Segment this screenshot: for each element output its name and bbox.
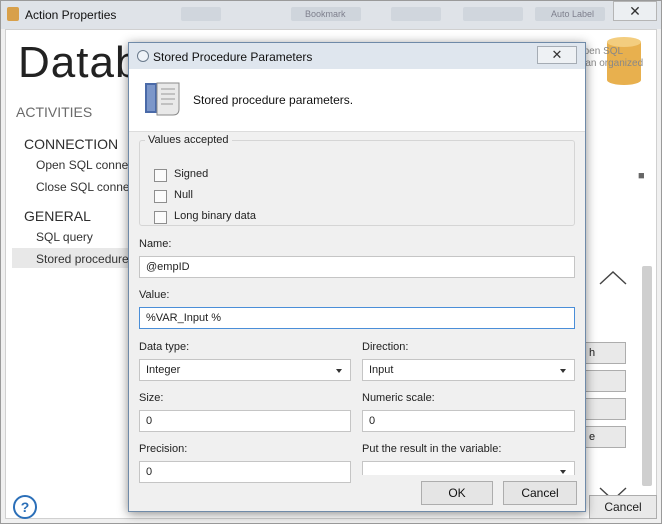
result-variable-select[interactable] [362,461,575,475]
numeric-scale-field[interactable]: 0 [362,410,575,432]
data-type-select[interactable]: Integer [139,359,351,381]
stored-procedure-parameters-dialog: Stored Procedure Parameters ✕ Stored pro… [128,42,586,512]
side-button-1[interactable]: h [584,342,626,364]
long-binary-data-label: Long binary data [174,210,256,222]
signed-label: Signed [174,168,209,180]
outer-window-title: Action Properties [25,8,117,22]
stored-procedure-scroll-icon [145,82,180,116]
value-field[interactable]: %VAR_Input % [139,307,575,329]
null-label: Null [174,189,193,201]
connection-group-heading: CONNECTION [24,136,119,152]
dropdown-arrow-icon [560,369,566,373]
size-label: Size: [139,392,164,404]
direction-select[interactable]: Input [362,359,575,381]
help-button[interactable]: ? [13,495,37,519]
precision-field[interactable]: 0 [139,461,351,483]
dropdown-arrow-icon [336,369,342,373]
sidebar-item-stored-procedure[interactable]: Stored procedure [12,248,130,268]
dialog-title-bar: Stored Procedure Parameters ✕ [129,43,585,69]
general-group-heading: GENERAL [24,208,91,224]
null-checkbox[interactable] [154,190,167,203]
numeric-scale-label: Numeric scale: [362,392,435,404]
dialog-app-icon [137,50,149,62]
values-accepted-group: Values accepted Signed Null Long binary … [139,134,575,226]
signed-checkbox[interactable] [154,169,167,182]
side-button-4[interactable]: e [584,426,626,448]
ribbon-ghost [391,7,441,21]
direction-value: Input [369,364,394,376]
dialog-header: Stored procedure parameters. [129,69,585,131]
precision-label: Precision: [139,443,188,455]
ribbon-bookmark: Bookmark [291,7,361,21]
value-label: Value: [139,289,170,301]
values-accepted-legend: Values accepted [148,134,229,146]
cancel-button[interactable]: Cancel [503,481,577,505]
outer-title-bar: Action Properties Bookmark Auto Label ✕ [1,1,661,29]
outer-cancel-button[interactable]: Cancel [589,495,657,519]
size-field[interactable]: 0 [139,410,351,432]
ribbon-ghost [463,7,523,21]
dialog-header-text: Stored procedure parameters. [193,93,354,107]
outer-close-button[interactable]: ✕ [613,1,657,21]
direction-label: Direction: [362,341,409,353]
side-button-2[interactable] [584,370,626,392]
ribbon-ghost [181,7,221,21]
dialog-title: Stored Procedure Parameters [153,50,313,64]
sidebar-item-sql-query[interactable]: SQL query [36,230,93,244]
data-type-value: Integer [146,364,181,376]
ribbon-autolabel: Auto Label [535,7,605,21]
name-label: Name: [139,238,172,250]
dialog-close-button[interactable]: ✕ [537,46,577,64]
collapse-icon[interactable]: ■ [638,170,645,182]
scroll-up-chevron-icon[interactable] [598,270,628,286]
long-binary-data-checkbox[interactable] [154,211,167,224]
dropdown-arrow-icon [560,470,566,474]
scrollbar[interactable] [642,266,652,486]
data-type-label: Data type: [139,341,190,353]
name-field[interactable]: @empID [139,256,575,278]
dialog-body: Values accepted Signed Null Long binary … [129,131,585,511]
page-title: Datab [18,38,141,87]
side-button-3[interactable] [584,398,626,420]
app-icon [7,7,19,21]
activities-heading: ACTIVITIES [16,104,93,120]
result-variable-label: Put the result in the variable: [362,443,502,455]
ok-button[interactable]: OK [421,481,493,505]
